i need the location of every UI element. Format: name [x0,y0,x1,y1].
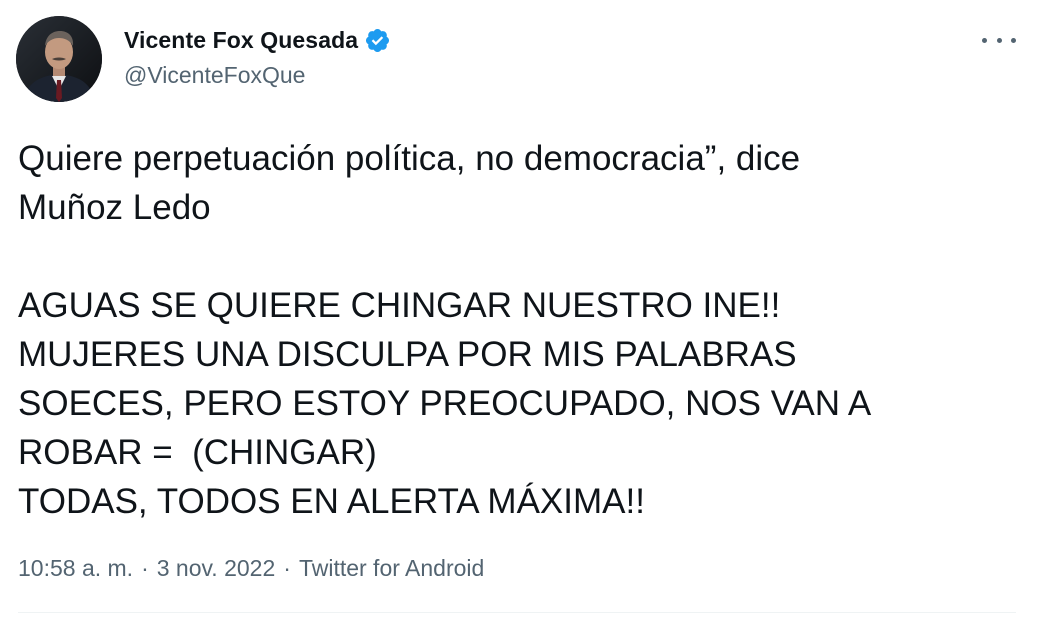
tweet-date[interactable]: 3 nov. 2022 [157,555,276,582]
tweet-meta: 10:58 a. m. · 3 nov. 2022 · Twitter for … [18,555,484,582]
verified-badge-icon [364,27,391,54]
avatar[interactable] [16,16,102,102]
author-name-row: Vicente Fox Quesada [124,22,391,58]
avatar-image [16,16,102,102]
meta-separator: · [141,555,149,581]
author-block: Vicente Fox Quesada @VicenteFoxQue [124,22,391,89]
tweet-text: Quiere perpetuación política, no democra… [18,139,872,521]
meta-separator: · [283,555,291,581]
author-display-name[interactable]: Vicente Fox Quesada [124,27,358,54]
divider [18,612,1016,613]
tweet-source[interactable]: Twitter for Android [299,555,484,582]
tweet-time[interactable]: 10:58 a. m. [18,555,133,582]
author-handle[interactable]: @VicenteFoxQue [124,62,391,89]
tweet-card: Vicente Fox Quesada @VicenteFoxQue Quier… [0,0,1046,620]
more-options-icon[interactable] [982,28,1016,52]
